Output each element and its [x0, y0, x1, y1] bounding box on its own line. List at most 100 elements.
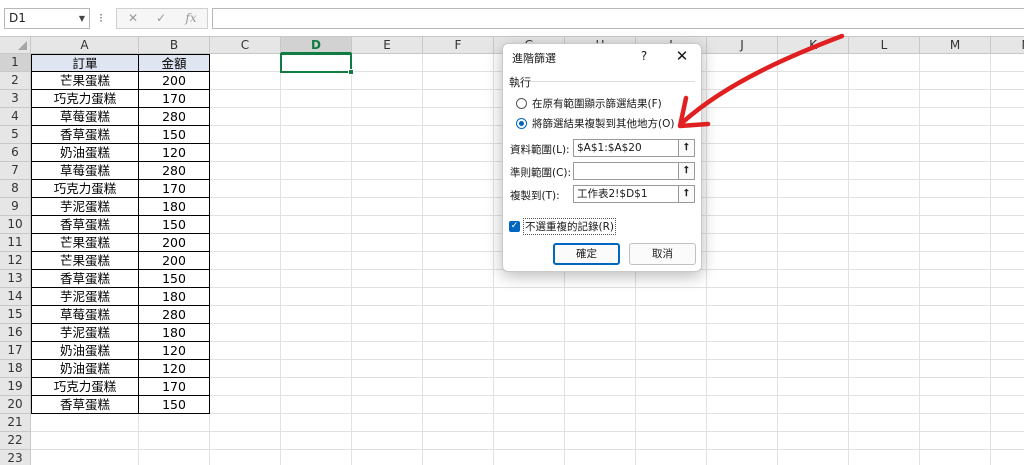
- cell[interactable]: [636, 432, 707, 450]
- row-header-13[interactable]: 13: [0, 270, 31, 288]
- table-cell[interactable]: 150: [139, 216, 210, 234]
- cell[interactable]: [210, 360, 281, 378]
- cell[interactable]: [565, 288, 636, 306]
- cell[interactable]: [707, 162, 778, 180]
- cell[interactable]: [991, 90, 1024, 108]
- table-cell[interactable]: 香草蛋糕: [31, 126, 139, 144]
- cell[interactable]: [991, 378, 1024, 396]
- cell[interactable]: [494, 378, 565, 396]
- cell[interactable]: [849, 306, 920, 324]
- table-cell[interactable]: 香草蛋糕: [31, 270, 139, 288]
- table-cell[interactable]: 香草蛋糕: [31, 216, 139, 234]
- cell[interactable]: [991, 342, 1024, 360]
- cell[interactable]: [636, 288, 707, 306]
- table-cell[interactable]: 180: [139, 288, 210, 306]
- cell[interactable]: [352, 72, 423, 90]
- column-header-m[interactable]: M: [920, 37, 991, 54]
- table-cell[interactable]: 150: [139, 396, 210, 414]
- cell[interactable]: [991, 288, 1024, 306]
- cell[interactable]: [778, 252, 849, 270]
- radio-filter-in-place[interactable]: 在原有範圍顯示篩選結果(F): [516, 96, 662, 110]
- cell[interactable]: [778, 108, 849, 126]
- cell[interactable]: [920, 396, 991, 414]
- table-cell[interactable]: 200: [139, 252, 210, 270]
- table-cell[interactable]: 芋泥蛋糕: [31, 198, 139, 216]
- cell[interactable]: [991, 414, 1024, 432]
- cell[interactable]: [849, 252, 920, 270]
- insert-function-icon[interactable]: fx: [179, 9, 203, 28]
- cell[interactable]: [991, 234, 1024, 252]
- cell[interactable]: [210, 378, 281, 396]
- column-header-a[interactable]: A: [31, 37, 139, 54]
- cell[interactable]: [920, 90, 991, 108]
- cell[interactable]: [494, 270, 565, 288]
- cell[interactable]: [707, 396, 778, 414]
- cell[interactable]: [920, 216, 991, 234]
- cell[interactable]: [920, 360, 991, 378]
- cell[interactable]: [991, 108, 1024, 126]
- cell[interactable]: [849, 288, 920, 306]
- cell[interactable]: [778, 216, 849, 234]
- cell[interactable]: [281, 450, 352, 465]
- cell[interactable]: [352, 378, 423, 396]
- cell[interactable]: [423, 450, 494, 465]
- cell[interactable]: [778, 54, 849, 72]
- cell[interactable]: [210, 342, 281, 360]
- ok-button[interactable]: 確定: [553, 243, 620, 265]
- table-header-cell[interactable]: 訂單: [31, 54, 139, 72]
- cell[interactable]: [565, 414, 636, 432]
- cell[interactable]: [778, 324, 849, 342]
- radio-circle-icon[interactable]: [516, 97, 527, 109]
- cell[interactable]: [991, 396, 1024, 414]
- column-header-d[interactable]: D: [281, 37, 352, 54]
- cell[interactable]: [281, 216, 352, 234]
- cell[interactable]: [565, 270, 636, 288]
- cell[interactable]: [423, 324, 494, 342]
- select-all-button[interactable]: [0, 37, 31, 54]
- cell[interactable]: [636, 324, 707, 342]
- cell[interactable]: [636, 396, 707, 414]
- column-header-j[interactable]: J: [707, 37, 778, 54]
- cell[interactable]: [991, 126, 1024, 144]
- cell[interactable]: [352, 360, 423, 378]
- cell[interactable]: [920, 126, 991, 144]
- cell[interactable]: [778, 72, 849, 90]
- cell[interactable]: [352, 54, 423, 72]
- table-cell[interactable]: 草莓蛋糕: [31, 306, 139, 324]
- cell[interactable]: [636, 342, 707, 360]
- table-cell[interactable]: 120: [139, 144, 210, 162]
- collapse-dialog-icon[interactable]: ⭡: [679, 185, 695, 203]
- cell[interactable]: [494, 324, 565, 342]
- table-cell[interactable]: 280: [139, 162, 210, 180]
- cell[interactable]: [849, 72, 920, 90]
- table-cell[interactable]: 170: [139, 180, 210, 198]
- cell[interactable]: [281, 162, 352, 180]
- cell[interactable]: [281, 414, 352, 432]
- cell[interactable]: [991, 216, 1024, 234]
- cell[interactable]: [778, 450, 849, 465]
- table-cell[interactable]: 200: [139, 234, 210, 252]
- cell[interactable]: [210, 216, 281, 234]
- selected-cell-d1[interactable]: [280, 53, 354, 75]
- cell[interactable]: [849, 450, 920, 465]
- table-cell[interactable]: 奶油蛋糕: [31, 342, 139, 360]
- table-cell[interactable]: 芋泥蛋糕: [31, 288, 139, 306]
- cell[interactable]: [849, 162, 920, 180]
- cell[interactable]: [991, 180, 1024, 198]
- cell[interactable]: [991, 162, 1024, 180]
- cell[interactable]: [991, 324, 1024, 342]
- cell[interactable]: [423, 180, 494, 198]
- column-header-k[interactable]: K: [778, 37, 849, 54]
- cell[interactable]: [920, 378, 991, 396]
- table-cell[interactable]: 巧克力蛋糕: [31, 180, 139, 198]
- table-cell[interactable]: 180: [139, 198, 210, 216]
- cell[interactable]: [565, 342, 636, 360]
- cell[interactable]: [423, 54, 494, 72]
- cell[interactable]: [991, 144, 1024, 162]
- cell[interactable]: [849, 324, 920, 342]
- cell[interactable]: [849, 126, 920, 144]
- cell[interactable]: [849, 414, 920, 432]
- cell[interactable]: [281, 270, 352, 288]
- cell[interactable]: [778, 342, 849, 360]
- cell[interactable]: [920, 342, 991, 360]
